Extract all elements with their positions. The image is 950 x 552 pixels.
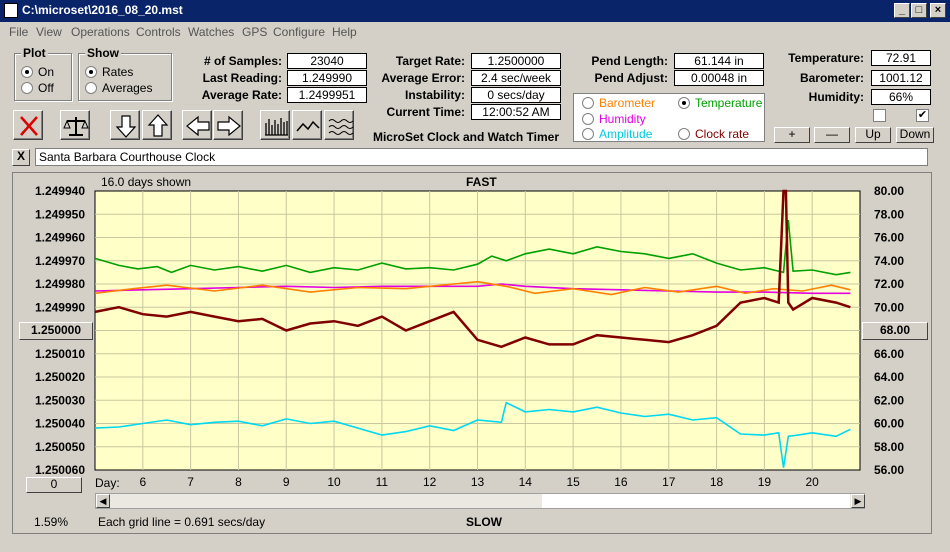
x-tick-label: 12 [423,475,437,489]
x-tick-label: 20 [806,475,820,489]
y-right-tick-label: 64.00 [874,370,904,384]
scroll-right-icon[interactable]: ▶ [851,494,865,508]
y-right-tick-label: 76.00 [874,231,904,245]
y-left-tick-label: 1.250020 [35,370,85,384]
y-right-tick-label: 72.00 [874,277,904,291]
center-rate-button[interactable]: 1.250000 [19,322,93,340]
y-left-tick-label: 1.249970 [35,254,85,268]
y-left-tick-label: 1.250030 [35,393,85,407]
y-right-tick-label: 56.00 [874,463,904,477]
x-tick-label: 11 [376,475,389,489]
x-tick-label: 6 [139,475,146,489]
percent-label: 1.59% [34,515,69,529]
y-right-tick-label: 78.00 [874,207,904,221]
time-scrollbar[interactable]: ◀ ▶ [95,493,865,509]
x-tick-label: 14 [519,475,533,489]
y-right-tick-label: 70.00 [874,300,904,314]
x-tick-label: 18 [710,475,724,489]
x-tick-label: 17 [662,475,676,489]
app-window: C:\microset\2016_08_20.mst _ □ × File Vi… [0,0,950,552]
y-left-tick-label: 1.249980 [35,277,85,291]
grid-note-label: Each grid line = 0.691 secs/day [98,515,266,529]
slow-label: SLOW [466,515,502,529]
offset-button[interactable]: 0 [26,477,82,493]
scroll-thumb[interactable] [542,494,850,508]
y-left-tick-label: 1.249990 [35,300,85,314]
x-tick-label: 15 [566,475,580,489]
y-right-tick-label: 60.00 [874,417,904,431]
y-left-tick-label: 1.249950 [35,207,85,221]
y-left-tick-label: 1.250010 [35,347,85,361]
rate-chart: 1.249940 80.00 1.249950 78.00 1.249960 76.00 1… [35,184,904,489]
y-right-tick-label: 66.00 [874,347,904,361]
y-left-tick-label: 1.249960 [35,231,85,245]
x-tick-label: 8 [235,475,242,489]
x-tick-label: 19 [758,475,772,489]
x-tick-label: 16 [614,475,628,489]
y-left-tick-label: 1.250060 [35,463,85,477]
x-tick-label: 10 [327,475,341,489]
y-left-tick-label: 1.250040 [35,417,85,431]
y-right-tick-label: 58.00 [874,440,904,454]
scroll-left-icon[interactable]: ◀ [96,494,110,508]
x-tick-label: 9 [283,475,290,489]
y-left-tick-label: 1.249940 [35,184,85,198]
y-right-tick-label: 74.00 [874,254,904,268]
y-right-tick-label: 62.00 [874,393,904,407]
x-tick-label: 13 [471,475,485,489]
day-axis-label: Day: [95,476,120,490]
x-tick-label: 7 [187,475,194,489]
center-sensor-button[interactable]: 68.00 [862,322,928,340]
y-right-tick-label: 80.00 [874,184,904,198]
y-left-tick-label: 1.250050 [35,440,85,454]
